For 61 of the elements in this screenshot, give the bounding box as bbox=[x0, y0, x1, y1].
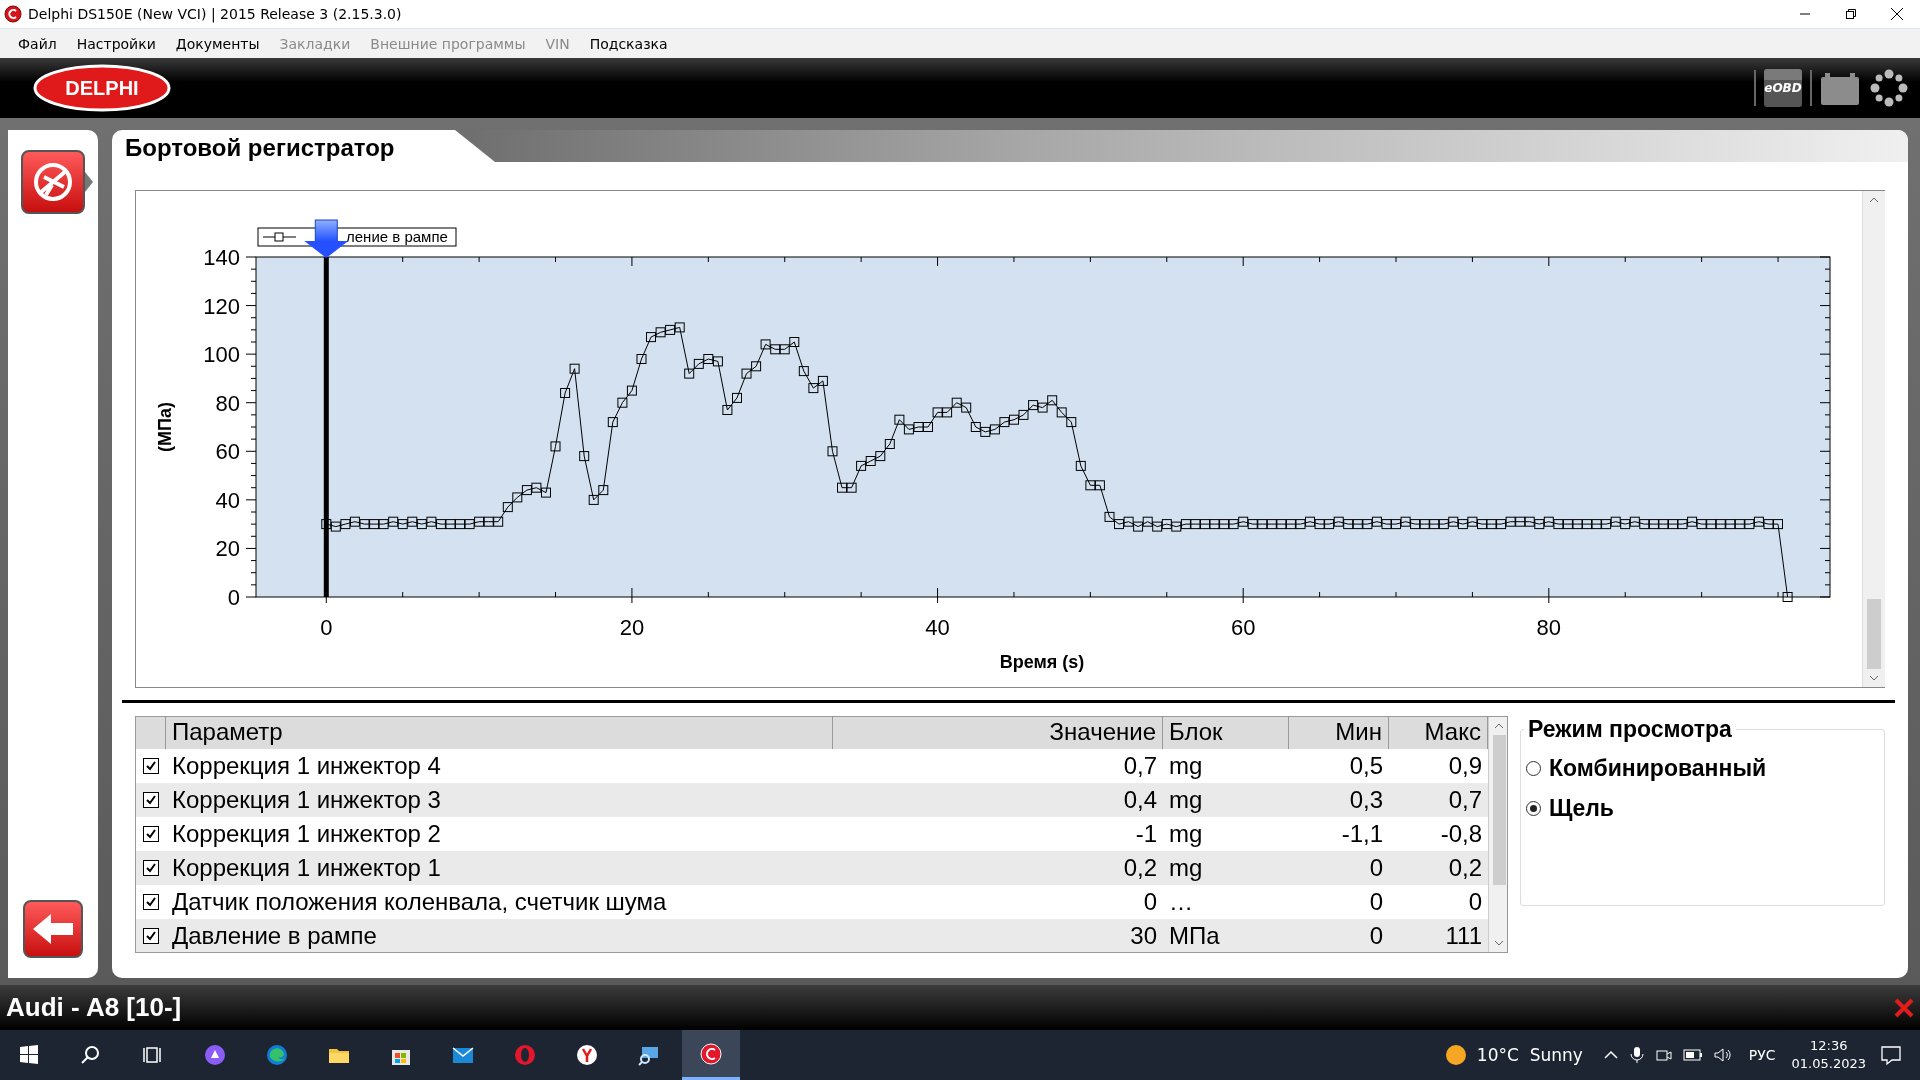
logo: DELPHI bbox=[33, 64, 171, 112]
table-cell-text: 0,4 bbox=[1122, 785, 1158, 815]
table-cell-text: 0,7 bbox=[1122, 751, 1158, 781]
tick-label: 0 bbox=[227, 585, 240, 610]
table-cell-text: 0 bbox=[1368, 853, 1384, 883]
tick-label: 60 bbox=[1230, 615, 1256, 640]
table-cell-text: 30 bbox=[1129, 921, 1158, 951]
table-cell-text: mg bbox=[1168, 819, 1204, 849]
tick-label: 80 bbox=[215, 390, 240, 416]
table-cell-text: 0,2 bbox=[1447, 853, 1483, 883]
table-cell-text: 0,9 bbox=[1447, 751, 1483, 781]
table-cell-text: Коррекция 1 инжектор 2 bbox=[171, 819, 442, 849]
menu-item[interactable]: Документы bbox=[165, 35, 270, 52]
tick-label: 100 bbox=[203, 342, 240, 368]
table-cell-text: 0 bbox=[1467, 887, 1483, 917]
table-cell-text: 0,2 bbox=[1122, 853, 1158, 883]
vehicle-label: Audi - A8 [10-] bbox=[6, 992, 183, 1023]
table-cell-text: 111 bbox=[1444, 921, 1483, 951]
tick-label: 20 bbox=[619, 615, 645, 640]
table-cell-text: mg bbox=[1168, 785, 1204, 815]
table-cell-text: mg bbox=[1168, 751, 1204, 781]
tick-label: 20 bbox=[215, 536, 240, 562]
tick-label: 0 bbox=[320, 615, 333, 640]
tick-label: 40 bbox=[215, 487, 240, 513]
menu-item[interactable]: Подсказка bbox=[579, 35, 678, 52]
clock-time[interactable]: 12:36 bbox=[1810, 1037, 1848, 1055]
table-cell-text: -0,8 bbox=[1439, 819, 1483, 849]
tick-label: 80 bbox=[1536, 615, 1562, 640]
tick-label: 60 bbox=[215, 439, 240, 465]
language-indicator[interactable]: РУС bbox=[1748, 1047, 1776, 1063]
tick-label: 120 bbox=[203, 293, 240, 319]
table-cell-text: Датчик положения коленвала, счетчик шума bbox=[171, 887, 668, 917]
axis-title: Время (s) bbox=[999, 652, 1085, 672]
table-cell-text: mg bbox=[1168, 853, 1204, 883]
table-cell-text: МПа bbox=[1168, 921, 1221, 951]
table-cell-text: 0,7 bbox=[1447, 785, 1483, 815]
radio-label[interactable]: Щель bbox=[1549, 795, 1614, 822]
table-cell-text: 0 bbox=[1368, 887, 1384, 917]
table-cell-text: 0 bbox=[1142, 887, 1158, 917]
window-title: Delphi DS150E (New VCI) | 2015 Release 3 (2.15.3.0) bbox=[28, 6, 402, 22]
menu-item[interactable]: Файл bbox=[8, 35, 67, 52]
legend-label: ление в рампе bbox=[346, 228, 448, 245]
page-title: Бортовой регистратор bbox=[124, 133, 396, 162]
tick-label: 140 bbox=[203, 245, 240, 270]
table-cell-text: 0 bbox=[1368, 921, 1384, 951]
table-cell-text: … bbox=[1168, 887, 1194, 917]
table-cell-text: Коррекция 1 инжектор 1 bbox=[171, 853, 442, 883]
radio-label[interactable]: Комбинированный bbox=[1549, 755, 1767, 782]
weather-text[interactable]: 10°C Sunny bbox=[1476, 1045, 1583, 1065]
table-cell-text: Давление в рампе bbox=[171, 921, 378, 951]
table-cell-text: 0,5 bbox=[1348, 751, 1384, 781]
eobd-button[interactable]: eOBD bbox=[1764, 69, 1802, 107]
menu-item[interactable]: Настройки bbox=[66, 35, 166, 52]
tick-label: 40 bbox=[925, 615, 950, 640]
clock-date[interactable]: 01.05.2023 bbox=[1791, 1055, 1866, 1073]
table-cell-text: Коррекция 1 инжектор 4 bbox=[171, 751, 442, 781]
table-cell-text: -1 bbox=[1134, 819, 1158, 849]
table-cell-text: -1,1 bbox=[1340, 819, 1384, 849]
table-cell-text: Коррекция 1 инжектор 3 bbox=[171, 785, 442, 815]
table-cell-text: 0,3 bbox=[1348, 785, 1384, 815]
axis-title: (МПа) bbox=[155, 402, 175, 452]
